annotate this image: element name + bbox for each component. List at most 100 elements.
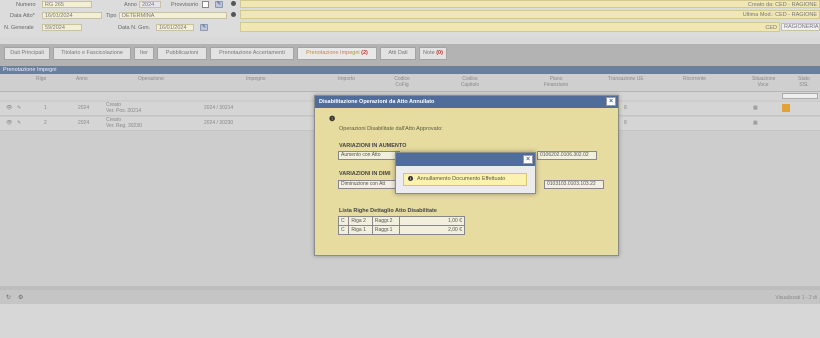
created-by-text: Creato da: CED - RAGIONE — [747, 2, 817, 8]
filter-input[interactable] — [782, 93, 818, 99]
tab-titolario[interactable]: Titolario e Fascicolazione — [53, 47, 131, 60]
info-icon — [231, 1, 236, 6]
transazione-cell: 8 — [624, 120, 627, 126]
importo-cell: 2,00 € — [399, 225, 465, 235]
diminuzione-code-field[interactable]: 0103103.0103.103.22 — [544, 180, 604, 189]
rigo-cell: 2 — [44, 120, 47, 126]
riga-cell: Riga 1 — [348, 225, 373, 235]
created-by-bar: Creato da: CED - RAGIONE — [240, 0, 820, 8]
aumento-field[interactable]: Aumento con Atto — [338, 151, 400, 160]
rigo-cell: 1 — [44, 105, 47, 111]
message-text: Annullamento Documento Effettuato — [417, 176, 506, 182]
info-icon — [231, 12, 236, 17]
view-icon[interactable]: 👁 — [6, 120, 12, 127]
provvisorio-checkbox[interactable] — [202, 1, 209, 8]
column-header[interactable]: Ricorrente — [683, 76, 706, 82]
dialog-intro: Operazioni Disabilitate dall'Atto Approv… — [339, 126, 443, 132]
column-header[interactable]: Situazione Voce — [752, 76, 775, 88]
grid-icon: ▦ — [753, 105, 758, 111]
lista-table: C Riga 2 Raggr.2 1,00 € C Riga 1 Raggr.1… — [337, 216, 465, 235]
bottom-area — [0, 304, 820, 338]
dialog-title-bar — [396, 153, 535, 166]
ced-bar: CED — [240, 22, 780, 32]
transazione-cell: 8 — [624, 105, 627, 111]
diminuzione-heading: VARIAZIONI IN DIMI — [339, 171, 391, 177]
tab-dati-principali[interactable]: Dati Principali — [4, 47, 50, 60]
last-modified-bar: Ultima Mod.: CED - RAGIONE — [240, 10, 820, 19]
riga-cell: Riga 2 — [348, 216, 373, 226]
importo-cell: 1,00 € — [399, 216, 465, 226]
numero-label: Numero — [16, 2, 36, 8]
column-header[interactable]: Impegno — [246, 76, 265, 82]
tab-note[interactable]: Note (0) — [419, 47, 447, 60]
data-n-gen-label: Data N. Gen. — [118, 25, 151, 31]
ced-field[interactable]: RAGIONERIA — [781, 23, 820, 31]
message-box: ! Annullamento Documento Effettuato — [403, 173, 527, 186]
message-dialog: × ! Annullamento Documento Effettuato — [395, 152, 536, 194]
tab-badge: (2) — [361, 50, 368, 56]
aumento-code-field[interactable]: 0106202.0106.302.02 — [537, 151, 597, 160]
column-header[interactable]: Stato SSL — [796, 76, 812, 88]
view-icon[interactable]: 👁 — [6, 105, 12, 112]
edit-pencil-icon[interactable]: ✎ — [17, 105, 21, 112]
column-header[interactable]: Codice CoFig — [392, 76, 412, 88]
n-generale-label: N. Generale — [4, 25, 34, 31]
ced-label: CED — [765, 25, 777, 31]
dialog-title: Disabilitazione Operazioni da Atto Annul… — [315, 96, 618, 108]
raggr-cell: Raggr.2 — [371, 216, 401, 226]
tab-pubblicazioni[interactable]: Pubblicazioni — [157, 47, 207, 60]
anno-label: Anno — [124, 2, 137, 8]
flag-cell: C — [337, 216, 350, 226]
provvisorio-label: Provvisorio — [171, 2, 199, 8]
tab-prenotazione-impegni[interactable]: Prenotazione Impegni (2) — [297, 47, 377, 60]
data-atto-label: Data Atto* — [10, 13, 35, 19]
raggr-cell: Raggr.1 — [371, 225, 401, 235]
anno-field[interactable]: 2024 — [139, 1, 161, 8]
column-header[interactable]: Rigo — [36, 76, 46, 82]
lista-heading: Lista Righe Dettaglio Atto Disabilitate — [339, 208, 437, 214]
table-row[interactable]: C Riga 2 Raggr.2 1,00 € — [337, 216, 465, 226]
column-header[interactable]: Piano Finanziario — [542, 76, 570, 88]
flag-cell: C — [337, 225, 350, 235]
tab-badge: (0) — [436, 50, 443, 56]
column-header[interactable]: Operazione — [138, 76, 164, 82]
impegno-cell: 2024 / 30230 — [204, 120, 234, 126]
tab-prenotazione-accertamenti[interactable]: Prenotazione Accertamenti — [210, 47, 294, 60]
tipo-label: Tipo — [106, 13, 117, 19]
tipo-field[interactable]: DETERMINA — [119, 12, 227, 19]
tab-atti-dati[interactable]: Atti Dati — [380, 47, 416, 60]
tab-bar: Dati Principali Titolario e Fascicolazio… — [0, 44, 820, 66]
close-icon[interactable]: × — [606, 97, 616, 106]
document-header: Numero RG 265 Anno 2024 Provvisorio ✎ Cr… — [0, 0, 820, 37]
numero-field[interactable]: RG 265 — [42, 1, 92, 8]
pager-info: Visualizzati 1 - 2 di — [775, 295, 817, 301]
tab-iter[interactable]: Iter — [134, 47, 154, 60]
settings-icon[interactable]: ⚙ — [18, 294, 23, 301]
column-header[interactable]: Importo — [338, 76, 355, 82]
operazione-ver-cell: Ver. Reg. 30230 — [106, 123, 142, 129]
table-row[interactable]: C Riga 1 Raggr.1 2,00 € — [337, 225, 465, 235]
operazione-ver-cell: Ver. Pos. 30214 — [106, 108, 142, 114]
section-title: Prenotazione Impegni — [0, 66, 820, 74]
last-modified-text: Ultima Mod.: CED - RAGIONE — [742, 12, 817, 18]
anno-cell: 2024 — [78, 105, 90, 111]
edit-pencil-icon[interactable]: ✎ — [215, 1, 223, 8]
close-icon[interactable]: × — [523, 155, 533, 164]
status-badge — [782, 104, 790, 112]
refresh-icon[interactable]: ↻ — [6, 294, 11, 301]
anno-cell: 2024 — [78, 120, 90, 126]
grid-header: Rigo Anno Operazione Impegno Importo Cod… — [0, 74, 820, 92]
edit-pencil-icon[interactable]: ✎ — [17, 120, 21, 127]
info-icon: ❶ — [329, 116, 336, 123]
column-header[interactable]: Codice Capitolo — [458, 76, 482, 88]
data-atto-field[interactable]: 16/01/2024 — [42, 12, 102, 19]
edit-pencil-icon[interactable]: ✎ — [200, 24, 208, 31]
data-n-gen-field[interactable]: 16/01/2024 — [156, 24, 194, 31]
n-generale-field[interactable]: 59/2024 — [42, 24, 82, 31]
grid-footer: ↻ ⚙ Visualizzati 1 - 2 di — [0, 290, 820, 304]
aumento-heading: VARIAZIONI IN AUMENTO — [339, 143, 407, 149]
diminuzione-field[interactable]: Diminuzione con Att — [338, 180, 400, 189]
warning-icon: ! — [408, 176, 413, 182]
column-header[interactable]: Anno — [76, 76, 88, 82]
column-header[interactable]: Transazione UE — [608, 76, 644, 82]
